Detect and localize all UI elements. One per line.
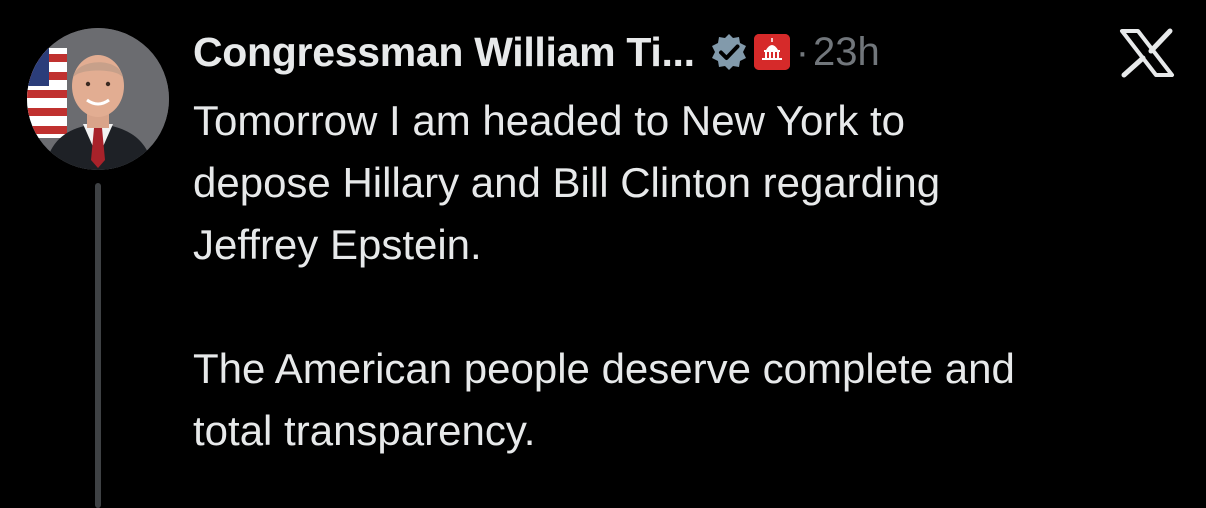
- tweet-text: Tomorrow I am headed to New York to depo…: [193, 90, 1183, 462]
- timestamp[interactable]: 23h: [813, 30, 880, 75]
- tweet-line: Tomorrow I am headed to New York to: [193, 97, 906, 144]
- flag-icon: [27, 48, 67, 138]
- display-name[interactable]: Congressman William Ti...: [193, 29, 695, 76]
- tweet-line: total transparency.: [193, 407, 536, 454]
- x-logo-icon: [1118, 28, 1176, 78]
- verified-badge-icon[interactable]: [709, 32, 749, 72]
- tweet-line: depose Hillary and Bill Clinton regardin…: [193, 159, 941, 206]
- profile-photo-icon: [27, 28, 169, 170]
- tweet-line: The American people deserve complete and: [193, 345, 1015, 392]
- tweet-card[interactable]: Congressman William Ti... · 23h Tomorrow…: [0, 0, 1206, 508]
- house-gop-capitol-logo-icon[interactable]: [753, 34, 790, 70]
- tweet-line: Jeffrey Epstein.: [193, 221, 482, 268]
- avatar[interactable]: [27, 28, 169, 170]
- separator-dot: ·: [795, 29, 810, 74]
- thread-line: [95, 183, 101, 508]
- tweet-header: Congressman William Ti... · 23h: [193, 22, 880, 82]
